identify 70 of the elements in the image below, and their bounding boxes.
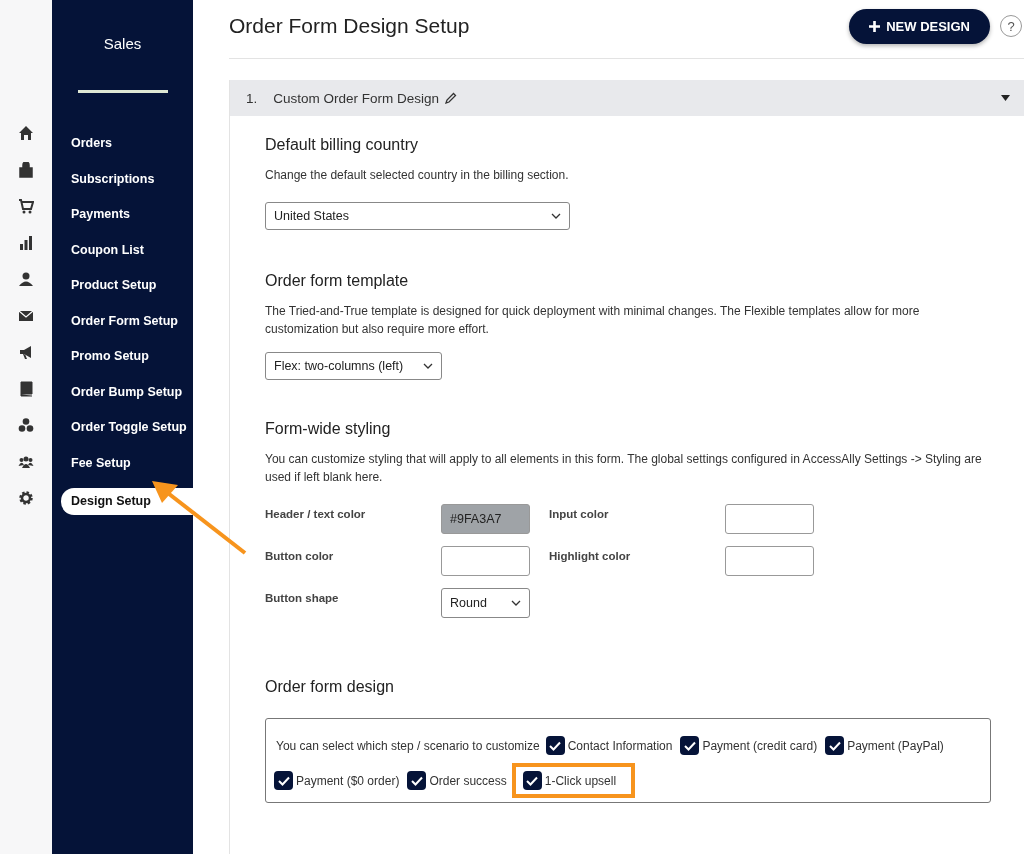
pencil-icon[interactable] [445,92,458,104]
check-icon [828,740,841,751]
field-label: Button color [265,549,335,562]
step-checkbox[interactable]: Order success [407,768,507,793]
checkbox[interactable] [680,736,700,755]
checkbox[interactable] [407,771,427,790]
sidebar-item[interactable]: Promo Setup [52,346,193,367]
field-label: Header / text color [265,507,367,520]
megaphone-icon[interactable] [18,344,34,360]
section-description: Change the default selected country in the billing section. [265,167,570,184]
sidebar-item[interactable]: Subscriptions [52,168,193,190]
section-heading: Order form design [265,678,395,696]
shape-select[interactable]: Round [441,588,530,618]
new-design-button[interactable]: NEW DESIGN [849,8,990,44]
panel-title: Custom Order Form Design [273,90,440,106]
settings-icon[interactable] [18,490,34,506]
help-button[interactable]: ? [1000,15,1022,37]
section-description: The Tried-and-True template is designed for quick deployment with minimal changes. The Flexible templates allow for more customization but also require more effort. [265,303,921,338]
checkbox[interactable] [274,771,293,790]
field-label: Input color [549,507,610,520]
field-label: Button shape [265,591,340,604]
color-field[interactable]: #9FA3A7 [441,504,530,534]
color-field[interactable] [725,546,814,576]
checkbox[interactable] [825,736,845,755]
check-icon [277,775,290,786]
panel-header[interactable]: 1. Custom Order Form Design [230,80,1024,116]
cart-icon[interactable] [18,198,34,214]
template-select[interactable]: Flex: two-columns (left) [265,352,442,380]
color-field[interactable] [441,546,530,576]
sidebar-item[interactable]: Order Toggle Setup [52,417,193,438]
sidebar-title: Sales [103,35,142,52]
step-checkbox[interactable]: Payment (credit card) [680,733,818,758]
book-icon[interactable] [18,380,34,397]
check-icon [526,775,539,786]
chevron-down-icon [511,600,521,606]
sidebar-item[interactable]: Order Bump Setup [52,381,193,403]
plus-icon [869,20,881,32]
step-checkbox[interactable]: Payment (PayPal) [825,733,944,758]
user-icon[interactable] [18,271,34,287]
color-field[interactable] [725,504,814,534]
section-description: You can customize styling that will apply to all elements in this form. The global settings configured in AccessAlly Settings -> Styling are used if left blank here. [265,451,983,486]
circles-icon[interactable] [18,417,34,433]
field-label: Highlight color [549,549,632,562]
section-heading: Default billing country [265,136,419,154]
caret-icon[interactable] [1001,94,1010,102]
steps-intro: You can select which step / scenario to customize [276,738,540,753]
section-heading: Form-wide styling [265,420,392,438]
sidebar-item[interactable]: Orders [52,133,193,154]
bar-chart-icon[interactable] [18,234,34,251]
sidebar-item[interactable]: Product Setup [52,275,193,296]
sidebar-item[interactable]: Payments [52,204,193,225]
sidebar-item[interactable]: Order Form Setup [52,310,193,332]
checkbox[interactable] [522,771,542,790]
check-icon [410,775,423,786]
sidebar-item[interactable]: Coupon List [52,239,193,261]
chevron-down-icon [551,213,561,219]
check-icon [549,740,562,751]
sidebar-item[interactable]: Fee Setup [52,452,193,474]
step-checkbox[interactable]: 1-Click upsell [516,768,631,793]
checkbox[interactable] [545,736,565,755]
home-icon[interactable] [18,125,34,141]
section-heading: Order form template [265,272,410,290]
country-select[interactable]: United States [265,202,570,230]
page-title: Order Form Design Setup [229,14,471,38]
step-checkbox[interactable]: Contact Information [545,733,673,758]
bag-icon[interactable] [18,161,34,178]
panel-number: 1. [246,90,258,106]
chevron-down-icon [423,363,433,369]
step-checkbox[interactable]: Payment ($0 order) [274,768,400,793]
check-icon [683,740,696,751]
